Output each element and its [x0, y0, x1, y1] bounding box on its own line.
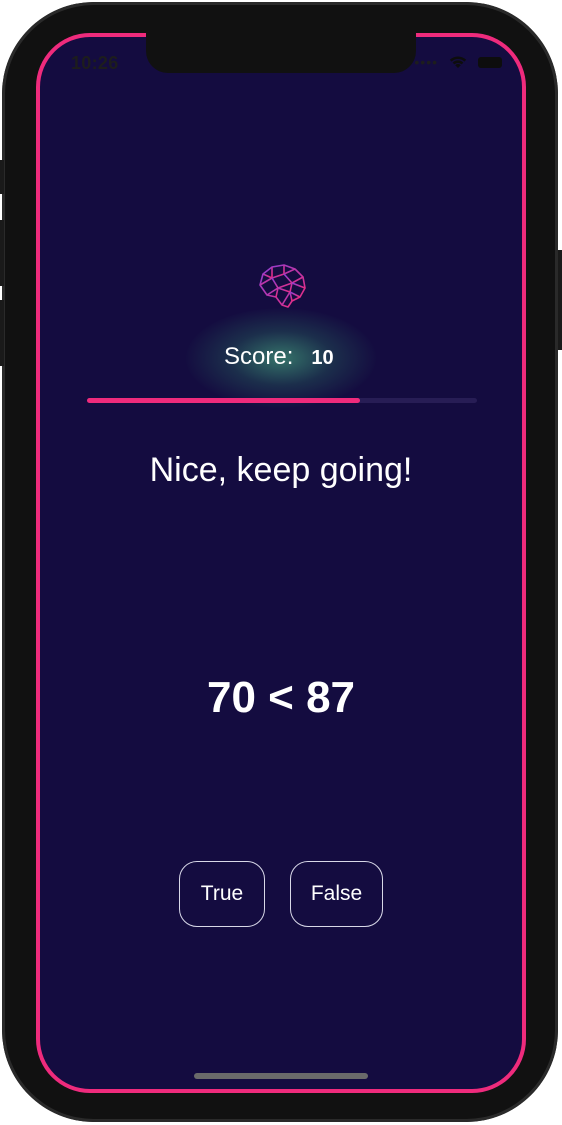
volume-up-button [0, 220, 4, 286]
home-indicator[interactable] [194, 1073, 368, 1079]
score-label: Score: [224, 343, 294, 370]
score-value: 10 [311, 347, 334, 369]
notch [146, 33, 416, 73]
score-display: Score: 10 [224, 343, 334, 371]
signal-dots-icon: •••• [414, 54, 438, 70]
status-icons: •••• [414, 55, 502, 69]
mute-switch [0, 160, 4, 194]
brain-icon [259, 264, 306, 308]
app-screen: 10:26 •••• Score: 10 Nice, keep going! 7… [36, 33, 526, 1093]
equation-prompt: 70 < 87 [206, 673, 356, 722]
volume-down-button [0, 300, 4, 366]
status-time: 10:26 [71, 53, 119, 73]
phone-frame: 10:26 •••• Score: 10 Nice, keep going! 7… [0, 0, 562, 1125]
progress-fill [87, 398, 360, 403]
false-button[interactable]: False [290, 861, 383, 927]
power-button [558, 250, 562, 350]
true-button[interactable]: True [179, 861, 265, 927]
progress-bar [87, 398, 477, 403]
feedback-message: Nice, keep going! [149, 451, 413, 489]
wifi-icon [449, 56, 467, 68]
battery-icon [478, 56, 502, 68]
